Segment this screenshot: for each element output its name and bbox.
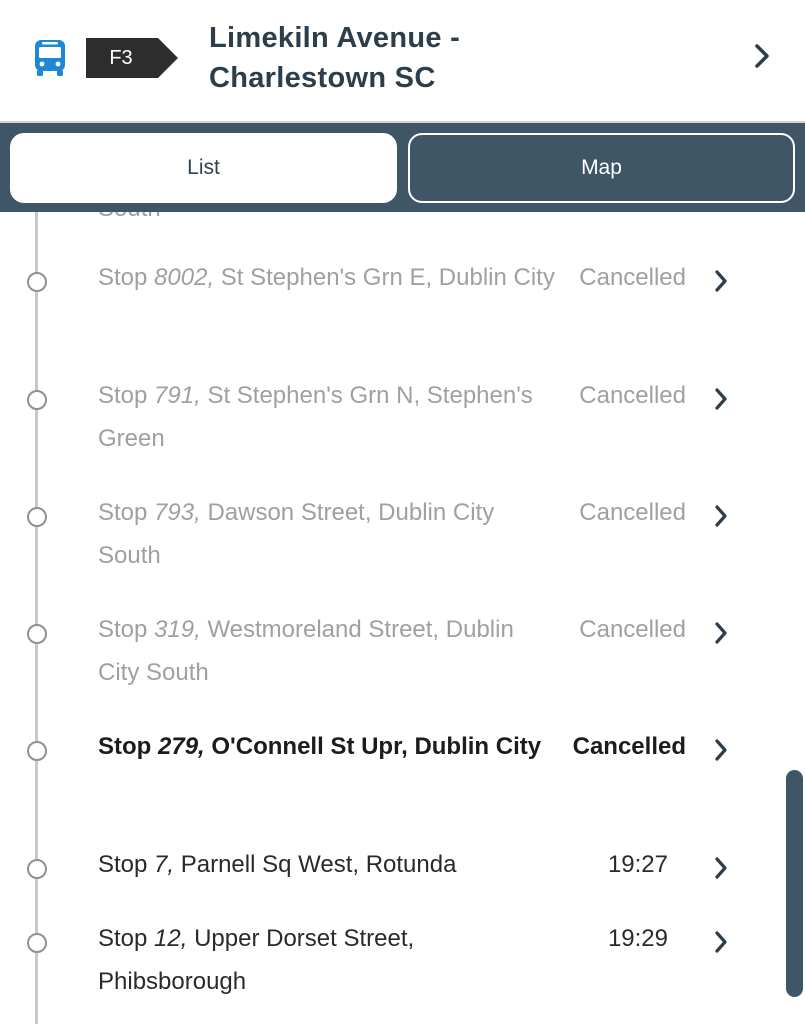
bus-icon — [35, 40, 65, 76]
chevron-right-icon[interactable] — [713, 856, 729, 880]
stop-time: 19:27 — [607, 851, 668, 878]
stop-row[interactable]: Stop 12, Upper Dorset Street, Phibsborou… — [0, 925, 780, 1024]
stop-marker — [27, 859, 47, 879]
chevron-right-icon[interactable] — [713, 504, 729, 528]
stop-status: Cancelled — [579, 264, 686, 291]
scrollbar-thumb[interactable] — [786, 770, 803, 997]
stop-marker — [27, 741, 47, 761]
stop-name: Stop 319, Westmoreland Street, Dublin Ci… — [98, 616, 514, 686]
route-title: Limekiln Avenue - Charlestown SC — [209, 18, 689, 98]
stop-name: Stop 793, Dawson Street, Dublin City Sou… — [98, 499, 495, 569]
stop-name: Stop 8002, St Stephen's Grn E, Dublin Ci… — [98, 264, 555, 291]
stop-marker — [27, 624, 47, 644]
route-number-badge: F3 — [86, 38, 178, 78]
stop-name: Stop 7, Parnell Sq West, Rotunda — [98, 851, 457, 878]
stop-marker — [27, 390, 47, 410]
tab-map[interactable]: Map — [408, 133, 795, 203]
stop-name: Stop 12, Upper Dorset Street, Phibsborou… — [98, 925, 415, 995]
route-number: F3 — [109, 47, 133, 69]
chevron-right-icon[interactable] — [713, 269, 729, 293]
route-title-line1: Limekiln Avenue - — [209, 22, 461, 54]
stop-time: 19:29 — [607, 925, 668, 952]
chevron-right-icon[interactable] — [713, 621, 729, 645]
route-header[interactable]: F3 Limekiln Avenue - Charlestown SC — [0, 0, 805, 123]
stop-status: Cancelled — [579, 499, 686, 526]
chevron-right-icon[interactable] — [713, 738, 729, 762]
stop-marker — [27, 933, 47, 953]
view-tabbar: List Map — [0, 123, 805, 212]
stop-name: Stop 791, St Stephen's Grn N, Stephen's … — [98, 382, 533, 452]
tab-list[interactable]: List — [10, 133, 397, 203]
chevron-right-icon[interactable] — [713, 930, 729, 954]
route-title-line2: Charlestown SC — [209, 62, 436, 94]
stop-marker — [27, 507, 47, 527]
stop-status: Cancelled — [579, 616, 686, 643]
stop-name: Stop 279, O'Connell St Upr, Dublin City — [98, 733, 542, 760]
chevron-right-icon[interactable] — [752, 43, 772, 69]
stop-list[interactable]: South Stop 8002, St Stephen's Grn E, Dub… — [0, 212, 805, 1024]
stop-status: Cancelled — [579, 382, 686, 409]
stop-status: Cancelled — [572, 733, 686, 760]
clipped-stop-text: South — [98, 212, 161, 223]
stop-marker — [27, 272, 47, 292]
chevron-right-icon[interactable] — [713, 387, 729, 411]
